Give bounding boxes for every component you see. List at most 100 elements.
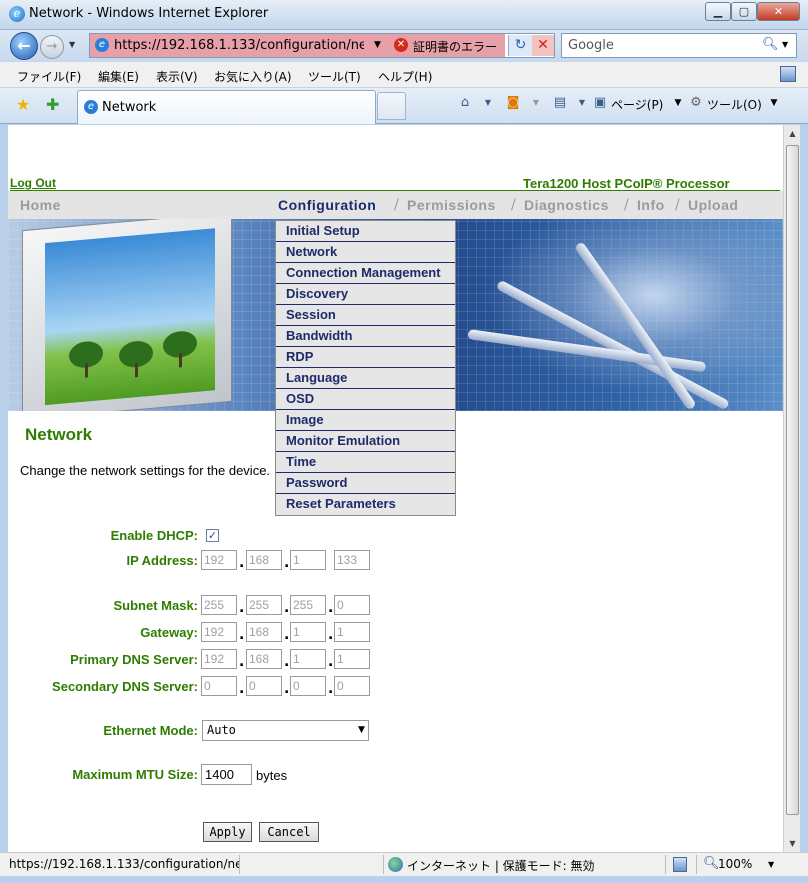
menu-favorites[interactable]: お気に入り(A): [214, 68, 292, 85]
feeds-icon[interactable]: ◙: [505, 95, 521, 111]
subnet-octet-3[interactable]: 255: [290, 595, 326, 615]
address-url[interactable]: https://192.168.1.133/configuration/netw…: [114, 38, 364, 53]
gateway-octet-4[interactable]: 1: [334, 622, 370, 642]
menu-item-reset-parameters[interactable]: Reset Parameters: [276, 494, 455, 515]
primary-dns-label: Primary DNS Server:: [70, 652, 198, 667]
maximize-button[interactable]: ▢: [731, 2, 757, 21]
apply-button[interactable]: Apply: [203, 822, 252, 842]
internet-zone-icon[interactable]: [388, 857, 403, 872]
primary-dns-octet-1[interactable]: 192: [201, 649, 237, 669]
menu-tools[interactable]: ツール(T): [308, 68, 361, 85]
menu-item-monitor-emulation[interactable]: Monitor Emulation: [276, 431, 455, 452]
home-dropdown-icon[interactable]: ▼: [480, 95, 496, 111]
dhcp-checkbox[interactable]: ✓: [206, 529, 219, 542]
menu-item-bandwidth[interactable]: Bandwidth: [276, 326, 455, 347]
gear-icon[interactable]: ⚙: [688, 95, 704, 111]
vertical-scrollbar[interactable]: ▲ ▼: [783, 125, 800, 852]
secondary-dns-octet-2[interactable]: 0: [246, 676, 282, 696]
search-dropdown-icon[interactable]: ▼: [782, 40, 788, 49]
tab-network[interactable]: e Network: [77, 90, 376, 124]
menu-item-rdp[interactable]: RDP: [276, 347, 455, 368]
address-dropdown-icon[interactable]: ▼: [374, 40, 381, 50]
security-zone-label[interactable]: インターネット | 保護モード: 無効: [407, 857, 595, 874]
landscape-screen: [45, 228, 215, 406]
menu-item-password[interactable]: Password: [276, 473, 455, 494]
menu-item-session[interactable]: Session: [276, 305, 455, 326]
primary-dns-octet-3[interactable]: 1: [290, 649, 326, 669]
zoom-level[interactable]: 100%: [718, 857, 752, 871]
page-menu[interactable]: ページ(P): [611, 96, 663, 113]
feeds-dropdown-icon[interactable]: ▼: [528, 95, 544, 111]
status-bar: https://192.168.1.133/configuration/netw…: [0, 852, 808, 876]
refresh-icon[interactable]: ↻: [508, 35, 532, 56]
menu-item-image[interactable]: Image: [276, 410, 455, 431]
close-button[interactable]: ✕: [757, 2, 800, 21]
scroll-down-icon[interactable]: ▼: [784, 835, 801, 852]
secondary-dns-octet-3[interactable]: 0: [290, 676, 326, 696]
menu-help[interactable]: ヘルプ(H): [378, 68, 432, 85]
logout-link[interactable]: Log Out: [10, 176, 56, 190]
secondary-dns-octet-4[interactable]: 0: [334, 676, 370, 696]
menu-item-initial-setup[interactable]: Initial Setup: [276, 221, 455, 242]
add-to-favorites-icon[interactable]: ✚: [46, 95, 59, 114]
gateway-octet-3[interactable]: 1: [290, 622, 326, 642]
search-input[interactable]: Google 🔍︎ ▼: [561, 33, 797, 58]
certificate-error-label[interactable]: 証明書のエラー: [413, 38, 497, 55]
stop-icon[interactable]: ✕: [532, 35, 554, 56]
forward-button[interactable]: →: [40, 35, 64, 59]
home-icon[interactable]: ⌂: [457, 95, 473, 111]
recent-pages-dropdown-icon[interactable]: ▼: [69, 40, 75, 49]
ip-octet-1[interactable]: 192: [201, 550, 237, 570]
page-menu-dropdown-icon[interactable]: ▼: [670, 95, 686, 111]
primary-dns-octet-2[interactable]: 168: [246, 649, 282, 669]
gateway-octet-2[interactable]: 168: [246, 622, 282, 642]
nav-info[interactable]: Info: [637, 197, 665, 213]
certificate-error-icon[interactable]: ✕: [394, 38, 408, 52]
menu-item-time[interactable]: Time: [276, 452, 455, 473]
menu-item-network[interactable]: Network: [276, 242, 455, 263]
search-icon[interactable]: 🔍︎: [762, 37, 779, 52]
menu-file[interactable]: ファイル(F): [17, 68, 81, 85]
ethernet-mode-select[interactable]: Auto: [202, 720, 369, 741]
secondary-dns-octet-1[interactable]: 0: [201, 676, 237, 696]
cancel-button[interactable]: Cancel: [259, 822, 319, 842]
ip-octet-3[interactable]: 1: [290, 550, 326, 570]
favorites-center-icon[interactable]: ★: [16, 95, 30, 114]
search-placeholder[interactable]: Google: [568, 38, 614, 53]
minimize-button[interactable]: ▁: [705, 2, 731, 21]
print-dropdown-icon[interactable]: ▼: [574, 95, 590, 111]
nav-permissions[interactable]: Permissions: [407, 197, 496, 213]
nav-upload[interactable]: Upload: [688, 197, 738, 213]
menu-item-language[interactable]: Language: [276, 368, 455, 389]
chevron-down-icon[interactable]: ▼: [358, 725, 365, 735]
menu-item-osd[interactable]: OSD: [276, 389, 455, 410]
toolbar-options-icon[interactable]: [780, 66, 796, 82]
tools-menu-dropdown-icon[interactable]: ▼: [766, 95, 782, 111]
mtu-input[interactable]: 1400: [201, 764, 252, 785]
ip-octet-4[interactable]: 133: [334, 550, 370, 570]
popup-blocker-icon[interactable]: [673, 857, 687, 872]
scroll-thumb[interactable]: [786, 145, 799, 815]
print-icon[interactable]: ▤: [552, 95, 568, 111]
ip-octet-2[interactable]: 168: [246, 550, 282, 570]
scroll-up-icon[interactable]: ▲: [784, 125, 801, 142]
back-button[interactable]: ←: [10, 32, 38, 60]
address-bar[interactable]: e https://192.168.1.133/configuration/ne…: [89, 33, 555, 58]
subnet-octet-4[interactable]: 0: [334, 595, 370, 615]
nav-configuration[interactable]: Configuration: [278, 197, 376, 213]
subnet-octet-2[interactable]: 255: [246, 595, 282, 615]
nav-home[interactable]: Home: [20, 197, 61, 213]
tools-menu[interactable]: ツール(O): [707, 96, 762, 113]
menu-view[interactable]: 表示(V): [156, 68, 198, 85]
primary-dns-octet-4[interactable]: 1: [334, 649, 370, 669]
nav-diagnostics[interactable]: Diagnostics: [524, 197, 609, 213]
menu-item-connection-management[interactable]: Connection Management: [276, 263, 455, 284]
menu-item-discovery[interactable]: Discovery: [276, 284, 455, 305]
zoom-dropdown-icon[interactable]: ▼: [768, 860, 774, 869]
menu-edit[interactable]: 編集(E): [98, 68, 139, 85]
configuration-dropdown-menu: Initial Setup Network Connection Managem…: [275, 220, 456, 516]
gateway-octet-1[interactable]: 192: [201, 622, 237, 642]
page-menu-icon[interactable]: ▣: [592, 95, 608, 111]
subnet-octet-1[interactable]: 255: [201, 595, 237, 615]
new-tab-button[interactable]: [377, 92, 406, 120]
